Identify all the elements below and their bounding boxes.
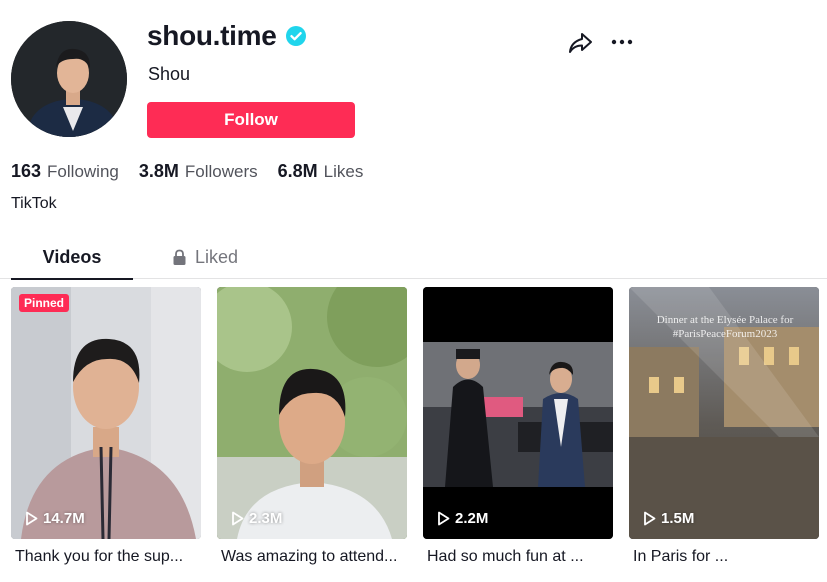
play-icon: [25, 511, 38, 526]
followers-count: 3.8M: [138, 161, 179, 181]
followers-label: Followers: [184, 162, 258, 181]
likes-stat: 6.8M Likes: [278, 161, 364, 182]
profile-page: shou.time Shou Follow 163 Following 3.8M: [0, 0, 827, 582]
play-icon: [231, 511, 244, 526]
view-count-text: 2.3M: [249, 510, 283, 527]
followers-stat[interactable]: 3.8M Followers: [139, 161, 258, 182]
verified-badge-icon: [285, 25, 307, 47]
play-icon: [437, 511, 450, 526]
video-overlay-text: Dinner at the Elysée Palace for #ParisPe…: [656, 314, 794, 340]
view-count: 1.5M: [643, 510, 694, 527]
bio: TikTok: [11, 195, 57, 212]
view-count-text: 1.5M: [661, 510, 695, 527]
video-thumbnail[interactable]: 2.3M: [217, 287, 407, 539]
video-caption[interactable]: Was amazing to attend...: [217, 548, 407, 566]
pinned-badge: Pinned: [19, 294, 70, 312]
nickname: Shou: [148, 64, 191, 84]
following-count: 163: [11, 161, 42, 181]
profile-tabs: Videos Liked: [0, 236, 827, 280]
video-thumbnail[interactable]: Pinned 14.7M: [11, 287, 201, 539]
tab-videos-label: Videos: [42, 247, 102, 267]
lock-icon: [172, 249, 187, 266]
tab-liked-label: Liked: [194, 247, 239, 267]
tab-liked[interactable]: Liked: [155, 236, 255, 279]
follow-button[interactable]: Follow: [147, 102, 355, 138]
video-card[interactable]: Pinned 14.7M Thank you for the sup...: [11, 287, 201, 566]
username: shou.time: [147, 20, 277, 51]
play-icon: [643, 511, 656, 526]
username-row: shou.time: [147, 20, 307, 52]
video-card[interactable]: Dinner at the Elysée Palace for #ParisPe…: [629, 287, 819, 566]
video-grid: Pinned 14.7M Thank you for the sup... 2.…: [11, 287, 819, 566]
video-caption[interactable]: Had so much fun at ...: [423, 548, 613, 566]
video-thumbnail[interactable]: Dinner at the Elysée Palace for #ParisPe…: [629, 287, 819, 539]
view-count-text: 14.7M: [43, 510, 85, 527]
video-card[interactable]: 2.2M Had so much fun at ...: [423, 287, 613, 566]
share-arrow-icon[interactable]: [567, 31, 593, 55]
avatar-image: [11, 21, 127, 137]
following-label: Following: [47, 162, 119, 181]
likes-label: Likes: [323, 162, 364, 181]
video-thumbnail-image: [11, 287, 201, 539]
view-count: 2.3M: [231, 510, 282, 527]
more-dots-icon[interactable]: [610, 30, 634, 54]
tab-videos[interactable]: Videos: [11, 236, 133, 280]
video-caption[interactable]: Thank you for the sup...: [11, 548, 201, 566]
view-count: 2.2M: [437, 510, 488, 527]
likes-count: 6.8M: [277, 161, 318, 181]
view-count: 14.7M: [25, 510, 85, 527]
video-thumbnail-image: [423, 287, 613, 539]
avatar[interactable]: [11, 21, 127, 137]
video-thumbnail-image: [217, 287, 407, 539]
following-stat[interactable]: 163 Following: [11, 161, 119, 182]
video-card[interactable]: 2.3M Was amazing to attend...: [217, 287, 407, 566]
profile-stats: 163 Following 3.8M Followers 6.8M Likes: [11, 161, 363, 182]
video-thumbnail[interactable]: 2.2M: [423, 287, 613, 539]
video-caption[interactable]: In Paris for ...: [629, 548, 819, 566]
view-count-text: 2.2M: [455, 510, 489, 527]
